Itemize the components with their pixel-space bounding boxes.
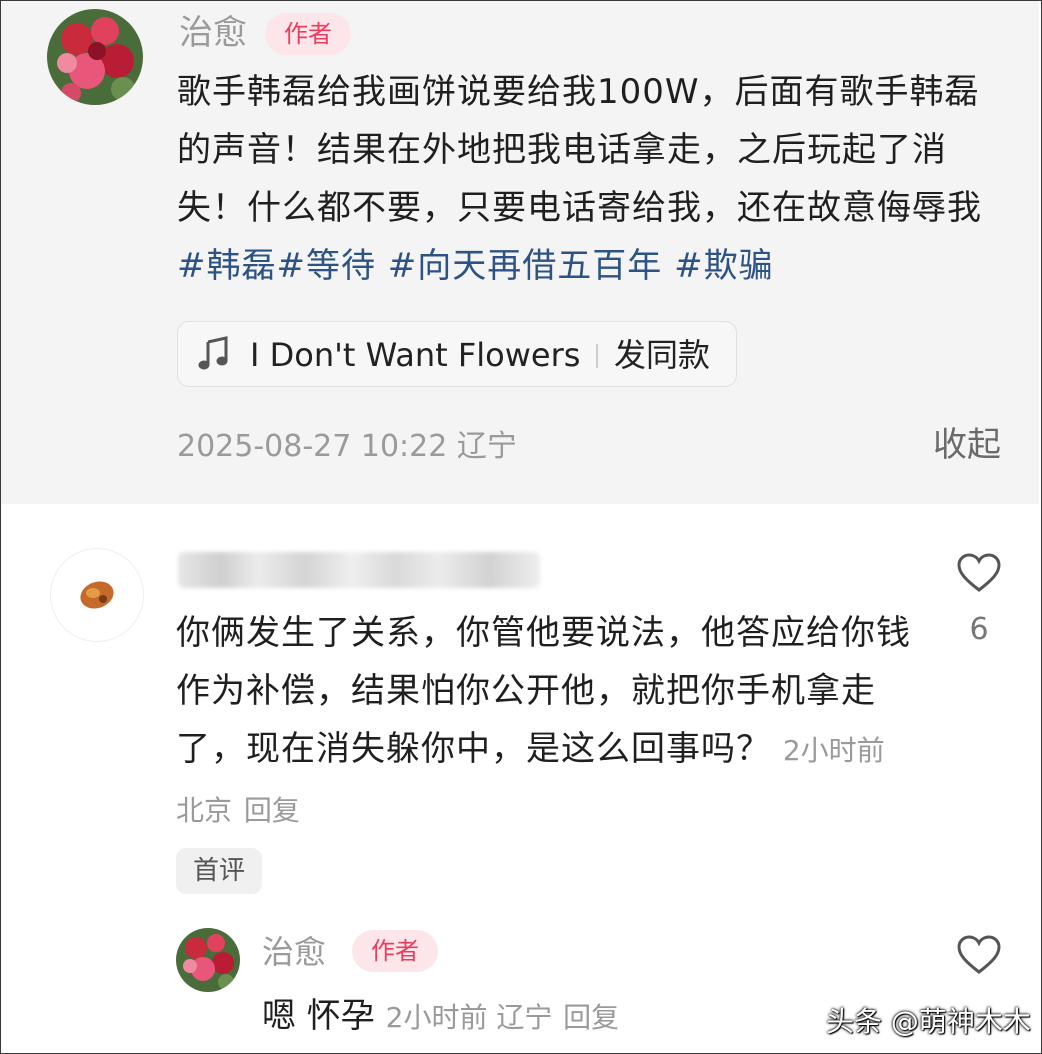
post-card: 治愈 作者 歌手韩磊给我画饼说要给我100W，后面有歌手韩磊的声音！结果在外地把… bbox=[1, 1, 1039, 504]
comment-body: 你俩发生了关系，你管他要说法，他答应给你钱作为补偿，结果怕你公开他，就把你手机拿… bbox=[176, 604, 916, 840]
music-note-icon bbox=[198, 336, 228, 370]
post-body: 歌手韩磊给我画饼说要给我100W，后面有歌手韩磊的声音！结果在外地把我电话拿走，… bbox=[177, 72, 982, 228]
hashtag-qipian[interactable]: #欺骗 bbox=[662, 246, 773, 286]
use-same-music-button[interactable]: 发同款 bbox=[614, 334, 710, 376]
music-title: I Don't Want Flowers bbox=[250, 336, 581, 374]
reply-reply-button[interactable]: 回复 bbox=[563, 1001, 619, 1034]
post-time-location: 2025-08-27 10:22 辽宁 bbox=[177, 429, 517, 464]
commenter-name-blurred[interactable] bbox=[178, 552, 540, 588]
hashtag-hanlei[interactable]: #韩磊 bbox=[177, 246, 277, 286]
hashtag-xiangtian[interactable]: #向天再借五百年 bbox=[376, 246, 662, 286]
heart-icon[interactable] bbox=[956, 552, 1002, 594]
watermark: 头条 @萌神木木 bbox=[826, 1005, 1031, 1038]
reply-author-name[interactable]: 治愈 bbox=[262, 930, 326, 974]
comment-reply-button[interactable]: 回复 bbox=[244, 794, 300, 827]
author-avatar[interactable] bbox=[47, 9, 143, 105]
author-badge: 作者 bbox=[265, 13, 351, 55]
reply-author-avatar[interactable] bbox=[176, 928, 240, 992]
music-chip[interactable]: I Don't Want Flowers 发同款 bbox=[177, 321, 737, 387]
like-count: 6 bbox=[969, 612, 989, 647]
music-divider bbox=[596, 344, 598, 368]
reply-author-badge: 作者 bbox=[352, 930, 438, 972]
first-comment-tag: 首评 bbox=[176, 848, 262, 894]
post-text: 歌手韩磊给我画饼说要给我100W，后面有歌手韩磊的声音！结果在外地把我电话拿走，… bbox=[177, 63, 1007, 295]
collapse-button[interactable]: 收起 bbox=[933, 417, 1001, 466]
reply-heart-icon[interactable] bbox=[956, 934, 1002, 976]
hashtag-dengdai[interactable]: #等待 bbox=[277, 246, 377, 286]
commenter-avatar[interactable] bbox=[50, 548, 144, 642]
reply-text: 嗯 怀孕 bbox=[262, 996, 375, 1036]
reply-meta: 2小时前 辽宁 bbox=[385, 1001, 553, 1034]
reply-body: 嗯 怀孕 2小时前 辽宁 回复 bbox=[262, 988, 619, 1037]
author-name[interactable]: 治愈 bbox=[179, 11, 247, 55]
